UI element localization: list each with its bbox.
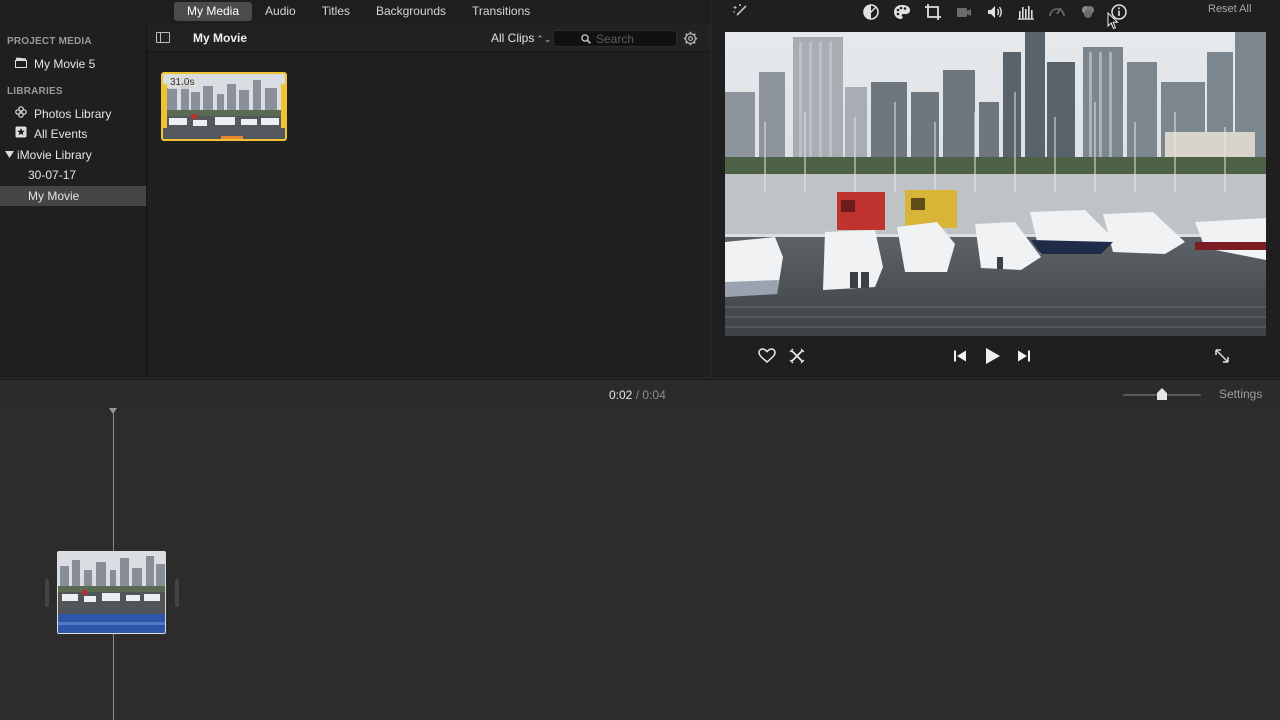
star-icon [14, 125, 28, 145]
play-icon[interactable] [982, 346, 1002, 366]
color-correction-icon[interactable] [892, 2, 912, 22]
video-preview[interactable] [725, 32, 1266, 336]
tab-audio[interactable]: Audio [252, 2, 309, 21]
media-browser: My Movie All Clips ⌃⌄ Search 31.0s [147, 24, 710, 378]
favorite-heart-icon[interactable] [757, 346, 777, 366]
timeline-settings-button[interactable]: Settings [1219, 387, 1262, 401]
clip-thumbnail[interactable]: 31.0s [161, 72, 287, 141]
timeline-clip-image [58, 552, 165, 614]
clip-start-handle[interactable] [163, 84, 167, 128]
tab-titles[interactable]: Titles [309, 2, 363, 21]
zoom-slider-thumb[interactable] [1157, 388, 1167, 400]
noise-reduction-icon[interactable] [1016, 2, 1036, 22]
time-separator: / [635, 388, 640, 402]
crop-icon[interactable] [923, 2, 943, 22]
media-tabs: My Media Audio Titles Backgrounds Transi… [174, 2, 543, 21]
skip-forward-icon[interactable] [1014, 346, 1034, 366]
clip-filter-icon[interactable] [1078, 2, 1098, 22]
mouse-pointer-icon [1107, 12, 1119, 30]
playback-controls [711, 340, 1280, 374]
disclosure-triangle-icon[interactable] [4, 146, 14, 166]
sidebar-item-my-movie-label: My Movie [28, 189, 80, 203]
sidebar-item-project[interactable]: My Movie 5 [0, 54, 146, 74]
clip-used-range-bar [221, 136, 243, 139]
speed-icon[interactable] [1047, 2, 1067, 22]
volume-icon[interactable] [985, 2, 1005, 22]
sidebar-item-all-events-label: All Events [34, 127, 88, 141]
sidebar-item-photos-label: Photos Library [34, 107, 112, 121]
tab-transitions[interactable]: Transitions [459, 2, 543, 21]
sidebar-item-event-label: 30-07-17 [28, 168, 77, 182]
color-balance-icon[interactable] [861, 2, 881, 22]
sidebar-item-event-30-07-17[interactable]: 30-07-17 [0, 165, 146, 185]
viewer: Reset All [711, 0, 1280, 378]
gear-icon[interactable] [683, 31, 698, 46]
reset-all-button[interactable]: Reset All [1208, 3, 1251, 15]
photos-icon [14, 105, 28, 125]
tab-backgrounds[interactable]: Backgrounds [363, 2, 459, 21]
up-down-chevron-icon: ⌃⌄ [536, 34, 552, 44]
timeline-clip-left-trim-handle[interactable] [45, 579, 49, 607]
timeline-clip-right-trim-handle[interactable] [175, 579, 179, 607]
tab-my-media[interactable]: My Media [174, 2, 253, 21]
timeline-clip-audio [58, 614, 165, 633]
sidebar-item-photos-library[interactable]: Photos Library [0, 104, 146, 124]
sidebar-item-project-label: My Movie 5 [34, 57, 96, 71]
clip-end-handle[interactable] [281, 84, 285, 128]
search-input[interactable] [596, 31, 676, 46]
sidebar-item-my-movie[interactable]: My Movie [0, 186, 146, 206]
project-media-heading: PROJECT MEDIA [7, 36, 92, 47]
total-time: 0:04 [642, 388, 666, 402]
audio-waveform [58, 622, 165, 625]
timeline-bar: 0:02 / 0:04 Settings [0, 380, 1280, 407]
clips-filter-select[interactable]: All Clips ⌃⌄ [491, 31, 551, 45]
clip-duration-badge: 31.0s [167, 77, 198, 89]
adjustment-toolbar: Reset All [711, 0, 1280, 30]
sidebar-item-all-events[interactable]: All Events [0, 124, 146, 144]
search-icon [581, 34, 591, 44]
fullscreen-icon[interactable] [1212, 346, 1232, 366]
toggle-sidebar-icon[interactable] [156, 32, 170, 43]
timecode: 0:02 / 0:04 [609, 388, 666, 402]
sidebar-item-imovie-library-label: iMovie Library [17, 148, 92, 162]
clapperboard-icon [14, 55, 28, 75]
stabilization-icon[interactable] [954, 2, 974, 22]
timeline-clip[interactable] [57, 551, 166, 634]
sidebar-item-imovie-library[interactable]: iMovie Library [0, 145, 146, 165]
timeline[interactable]: 0:02 / 0:04 Settings [0, 379, 1280, 720]
libraries-heading: LIBRARIES [7, 86, 63, 97]
browser-title: My Movie [193, 31, 248, 45]
skip-back-icon[interactable] [950, 346, 970, 366]
video-frame-image [725, 32, 1266, 336]
current-time: 0:02 [609, 388, 633, 402]
clips-filter-value: All Clips [491, 31, 535, 45]
media-browser-toolbar: My Media Audio Titles Backgrounds Transi… [0, 0, 710, 24]
magic-wand-icon[interactable] [730, 2, 750, 22]
reject-x-icon[interactable] [787, 346, 807, 366]
libraries-sidebar: PROJECT MEDIA My Movie 5 LIBRARIES Photo… [0, 24, 147, 378]
browser-bar: My Movie All Clips ⌃⌄ [147, 24, 710, 52]
search-field[interactable] [553, 30, 677, 47]
